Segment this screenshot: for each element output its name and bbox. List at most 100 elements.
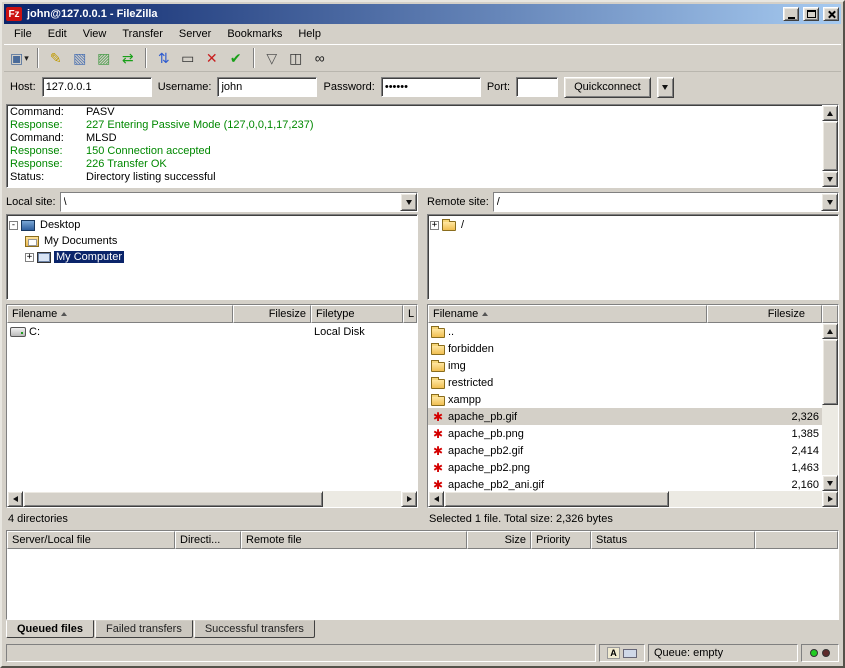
- scroll-thumb[interactable]: [23, 491, 323, 507]
- console-button[interactable]: ▭: [177, 47, 199, 69]
- column-header-server-local-file[interactable]: Server/Local file: [7, 531, 175, 549]
- image-file-icon: ✱: [431, 428, 445, 440]
- tab-failed-transfers[interactable]: Failed transfers: [95, 620, 193, 638]
- file-row-forbidden[interactable]: forbidden: [428, 340, 822, 357]
- scroll-left-button[interactable]: [7, 491, 23, 507]
- toggle-message-log-button[interactable]: ✎: [45, 47, 67, 69]
- column-header-filesize[interactable]: Filesize: [707, 305, 822, 323]
- file-row-apache-pb2-ani-gif[interactable]: ✱apache_pb2_ani.gif 2,160: [428, 476, 822, 491]
- scroll-right-button[interactable]: [822, 491, 838, 507]
- image-file-icon: ✱: [431, 479, 445, 491]
- column-header-lastmodified[interactable]: L: [403, 305, 417, 323]
- log-scrollbar[interactable]: [822, 105, 838, 187]
- file-row-c-drive[interactable]: C: Local Disk: [7, 323, 417, 340]
- expand-expander[interactable]: +: [430, 221, 439, 230]
- column-header-filename[interactable]: Filename: [428, 305, 707, 323]
- find-files-button[interactable]: ∞: [309, 47, 331, 69]
- scroll-track[interactable]: [444, 491, 822, 507]
- tree-item-desktop[interactable]: - Desktop: [9, 217, 415, 233]
- file-row-apache-pb2-png[interactable]: ✱apache_pb2.png 1,463: [428, 459, 822, 476]
- password-label: Password:: [323, 81, 374, 93]
- password-input[interactable]: [381, 77, 481, 97]
- menu-file[interactable]: File: [6, 26, 40, 42]
- local-hscrollbar[interactable]: [7, 491, 417, 507]
- tree-item-root[interactable]: + /: [430, 217, 836, 233]
- scroll-thumb[interactable]: [822, 121, 838, 171]
- file-row-apache-pb2-gif[interactable]: ✱apache_pb2.gif 2,414: [428, 442, 822, 459]
- menu-view[interactable]: View: [75, 26, 115, 42]
- quickconnect-button[interactable]: Quickconnect: [564, 77, 651, 98]
- file-row-updir[interactable]: ..: [428, 323, 822, 340]
- column-header-filetype[interactable]: Filetype: [311, 305, 403, 323]
- abort-button[interactable]: ✕: [201, 47, 223, 69]
- remote-pane: Remote site: + / Filename: [425, 190, 841, 530]
- column-header-size[interactable]: Size: [467, 531, 531, 549]
- tab-queued-files[interactable]: Queued files: [6, 620, 94, 638]
- column-header-filesize[interactable]: Filesize: [233, 305, 311, 323]
- toolbar-separator: [253, 48, 255, 68]
- port-input[interactable]: [516, 77, 558, 97]
- filter-button[interactable]: ▽: [261, 47, 283, 69]
- file-row-apache-pb-gif[interactable]: ✱apache_pb.gif 2,326: [428, 408, 822, 425]
- remote-site-dropdown-button[interactable]: [821, 193, 838, 211]
- column-header-remote-file[interactable]: Remote file: [241, 531, 467, 549]
- toggle-remote-treeview-button[interactable]: ▨: [93, 47, 115, 69]
- file-row-img[interactable]: img: [428, 357, 822, 374]
- local-site-combo[interactable]: [60, 192, 418, 212]
- titlebar[interactable]: Fz john@127.0.0.1 - FileZilla: [4, 4, 841, 24]
- column-header-status[interactable]: Status: [591, 531, 755, 549]
- minimize-button[interactable]: [783, 7, 799, 21]
- close-button[interactable]: [823, 7, 839, 21]
- scroll-track[interactable]: [23, 491, 401, 507]
- column-header-priority[interactable]: Priority: [531, 531, 591, 549]
- remote-site-input[interactable]: [494, 193, 821, 211]
- scroll-track[interactable]: [822, 339, 838, 475]
- scroll-thumb[interactable]: [822, 339, 838, 405]
- transfer-type-binary-icon[interactable]: [623, 649, 637, 658]
- process-queue-button[interactable]: ⇅: [153, 47, 175, 69]
- toggle-local-treeview-button[interactable]: ▧: [69, 47, 91, 69]
- column-header-direction[interactable]: Directi...: [175, 531, 241, 549]
- file-row-apache-pb-png[interactable]: ✱apache_pb.png 1,385: [428, 425, 822, 442]
- scroll-down-button[interactable]: [822, 475, 838, 491]
- log-prefix: Response:: [10, 158, 86, 171]
- app-logo-icon[interactable]: Fz: [6, 7, 22, 21]
- scroll-thumb[interactable]: [444, 491, 669, 507]
- scroll-track[interactable]: [822, 121, 838, 171]
- tree-item-my-documents[interactable]: My Documents: [9, 233, 415, 249]
- menu-transfer[interactable]: Transfer: [114, 26, 171, 42]
- scroll-right-button[interactable]: [401, 491, 417, 507]
- log-prefix: Response:: [10, 119, 86, 132]
- success-indicator-button[interactable]: ✔: [225, 47, 247, 69]
- username-input[interactable]: [217, 77, 317, 97]
- host-input[interactable]: [42, 77, 152, 97]
- tree-item-my-computer[interactable]: + My Computer: [9, 249, 415, 265]
- menu-edit[interactable]: Edit: [40, 26, 75, 42]
- menu-help[interactable]: Help: [290, 26, 329, 42]
- transfer-type-ascii-icon[interactable]: A: [607, 647, 620, 659]
- column-label: Filesize: [768, 308, 805, 320]
- scroll-left-button[interactable]: [428, 491, 444, 507]
- expand-expander[interactable]: +: [25, 253, 34, 262]
- refresh-button[interactable]: ⇄: [117, 47, 139, 69]
- scroll-down-button[interactable]: [822, 171, 838, 187]
- collapse-expander[interactable]: -: [9, 221, 18, 230]
- statusbar: A Queue: empty: [4, 641, 841, 664]
- file-row-xampp[interactable]: xampp: [428, 391, 822, 408]
- scroll-up-button[interactable]: [822, 323, 838, 339]
- site-manager-button[interactable]: ▣ ▾: [8, 47, 31, 69]
- menu-server[interactable]: Server: [171, 26, 219, 42]
- quickconnect-dropdown-button[interactable]: [657, 77, 674, 98]
- column-header-filename[interactable]: Filename: [7, 305, 233, 323]
- file-row-restricted[interactable]: restricted: [428, 374, 822, 391]
- menu-bookmarks[interactable]: Bookmarks: [219, 26, 290, 42]
- remote-site-combo[interactable]: [493, 192, 839, 212]
- maximize-button[interactable]: [803, 7, 819, 21]
- local-site-dropdown-button[interactable]: [400, 193, 417, 211]
- remote-hscrollbar[interactable]: [428, 491, 838, 507]
- remote-vscrollbar[interactable]: [822, 323, 838, 491]
- local-site-input[interactable]: [61, 193, 400, 211]
- tab-successful-transfers[interactable]: Successful transfers: [194, 620, 315, 638]
- scroll-up-button[interactable]: [822, 105, 838, 121]
- directory-compare-button[interactable]: ◫: [285, 47, 307, 69]
